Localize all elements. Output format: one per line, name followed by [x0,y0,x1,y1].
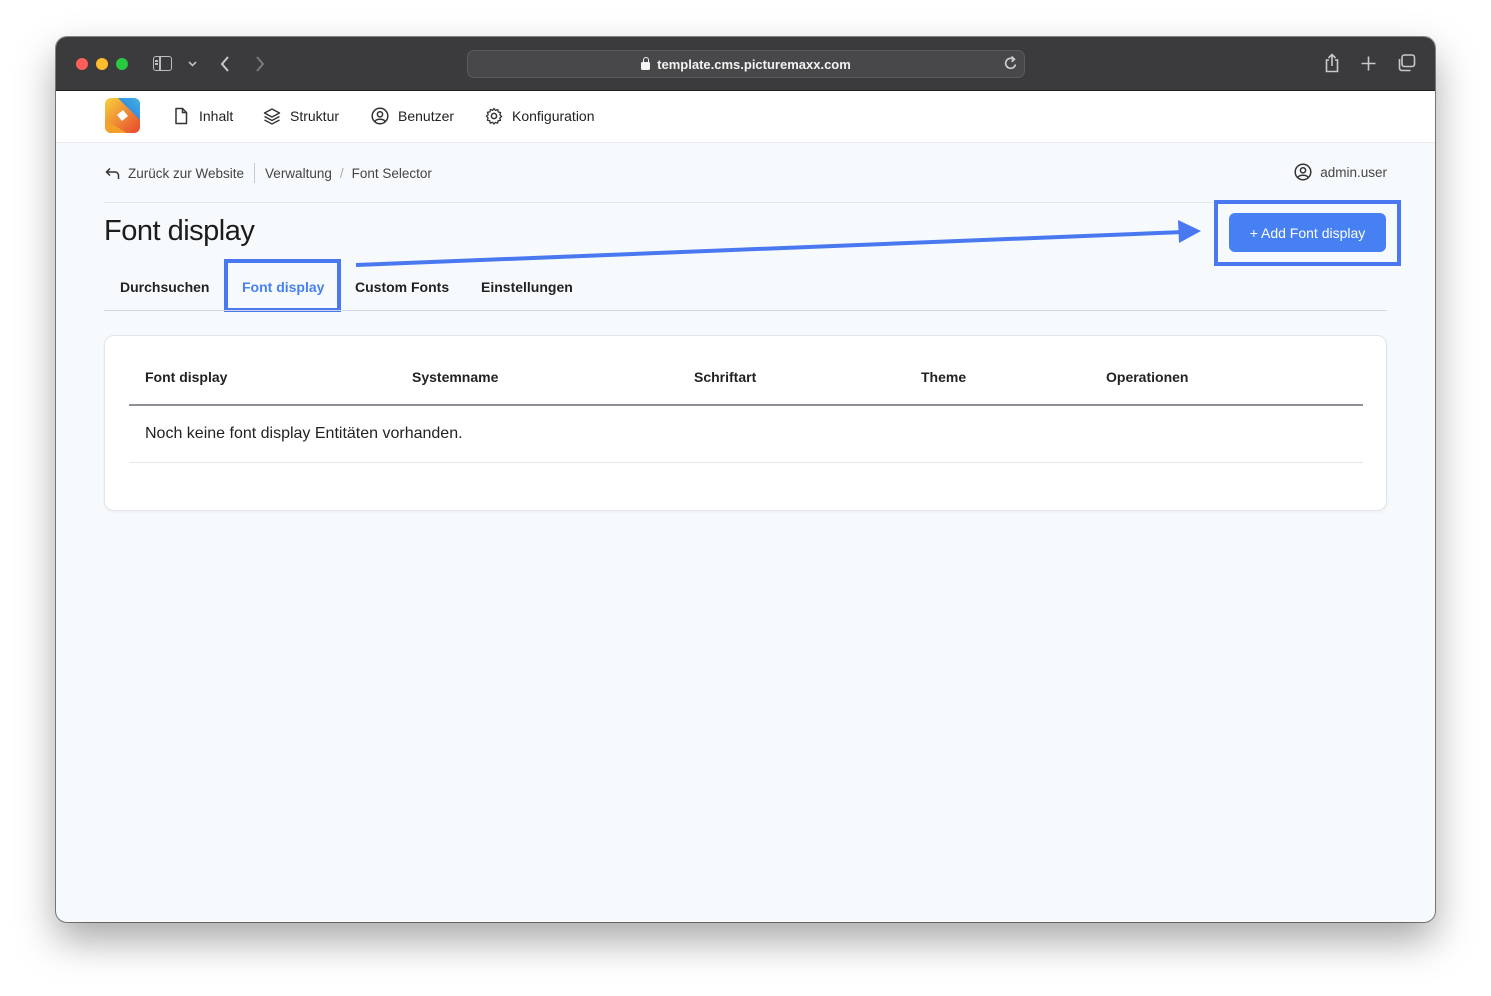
column-header-schriftart[interactable]: Schriftart [694,369,756,385]
tab-durchsuchen[interactable]: Durchsuchen [120,263,209,311]
return-arrow-icon[interactable] [105,167,120,180]
tab-custom-fonts[interactable]: Custom Fonts [355,263,449,311]
column-header-theme[interactable]: Theme [921,369,966,385]
address-bar[interactable]: template.cms.picturemaxx.com [467,50,1025,78]
tab-overview-icon[interactable] [1397,54,1416,72]
browser-window: template.cms.picturemaxx.com Inhalt Stru… [56,37,1435,922]
share-icon[interactable] [1324,53,1340,73]
browser-titlebar: template.cms.picturemaxx.com [56,37,1435,91]
nav-item-benutzer[interactable]: Benutzer [371,107,454,125]
breadcrumb-font-selector[interactable]: Font Selector [352,166,432,181]
close-window-button[interactable] [76,58,88,70]
breadcrumb-verwaltung[interactable]: Verwaltung [265,166,332,181]
gear-icon [485,107,503,125]
url-text: template.cms.picturemaxx.com [657,56,851,72]
nav-item-label: Benutzer [398,108,455,124]
reload-icon[interactable] [1004,55,1018,71]
empty-table-message: Noch keine font display Entitäten vorhan… [145,425,463,442]
back-arrow-icon[interactable] [220,56,230,72]
lock-icon [641,57,651,70]
nav-item-label: Konfiguration [512,108,595,124]
forward-arrow-icon[interactable] [255,56,265,72]
annotation-highlight-box [224,259,341,312]
breadcrumb-separator: / [339,165,344,181]
document-icon [175,107,188,125]
user-circle-icon [1294,163,1312,181]
user-circle-icon [371,107,389,125]
app-navbar: Inhalt Struktur Benutzer Konfiguration [56,91,1435,143]
column-header-font-display[interactable]: Font display [145,369,227,385]
chevron-down-icon[interactable] [188,61,197,67]
table-header-divider [129,404,1363,406]
column-header-systemname[interactable]: Systemname [412,369,498,385]
minimize-window-button[interactable] [96,58,108,70]
tabs-divider [104,310,1387,311]
table-row-divider [129,462,1363,463]
breadcrumb-divider [254,163,256,183]
nav-item-inhalt[interactable]: Inhalt [172,107,233,125]
annotation-highlight-box [1214,200,1401,266]
header-divider [104,202,1387,203]
zoom-window-button[interactable] [116,58,128,70]
nav-item-konfiguration[interactable]: Konfiguration [485,107,595,125]
new-tab-icon[interactable] [1361,56,1376,71]
sidebar-toggle-icon[interactable] [153,56,172,71]
nav-item-struktur[interactable]: Struktur [263,107,339,125]
nav-item-label: Inhalt [199,108,234,124]
breadcrumb: Zurück zur Website Verwaltung / Font Sel… [105,163,432,183]
page-title: Font display [104,215,255,247]
username: admin.user [1320,164,1387,180]
column-header-operationen: Operationen [1106,369,1189,385]
tab-einstellungen[interactable]: Einstellungen [481,263,573,311]
app-logo[interactable] [105,98,140,133]
nav-item-label: Struktur [290,108,340,124]
back-to-website-link[interactable]: Zurück zur Website [128,166,244,181]
table-card: Font display Systemname Schriftart Theme… [104,335,1387,511]
layers-icon [263,108,281,125]
user-menu[interactable]: admin.user [1294,163,1387,181]
